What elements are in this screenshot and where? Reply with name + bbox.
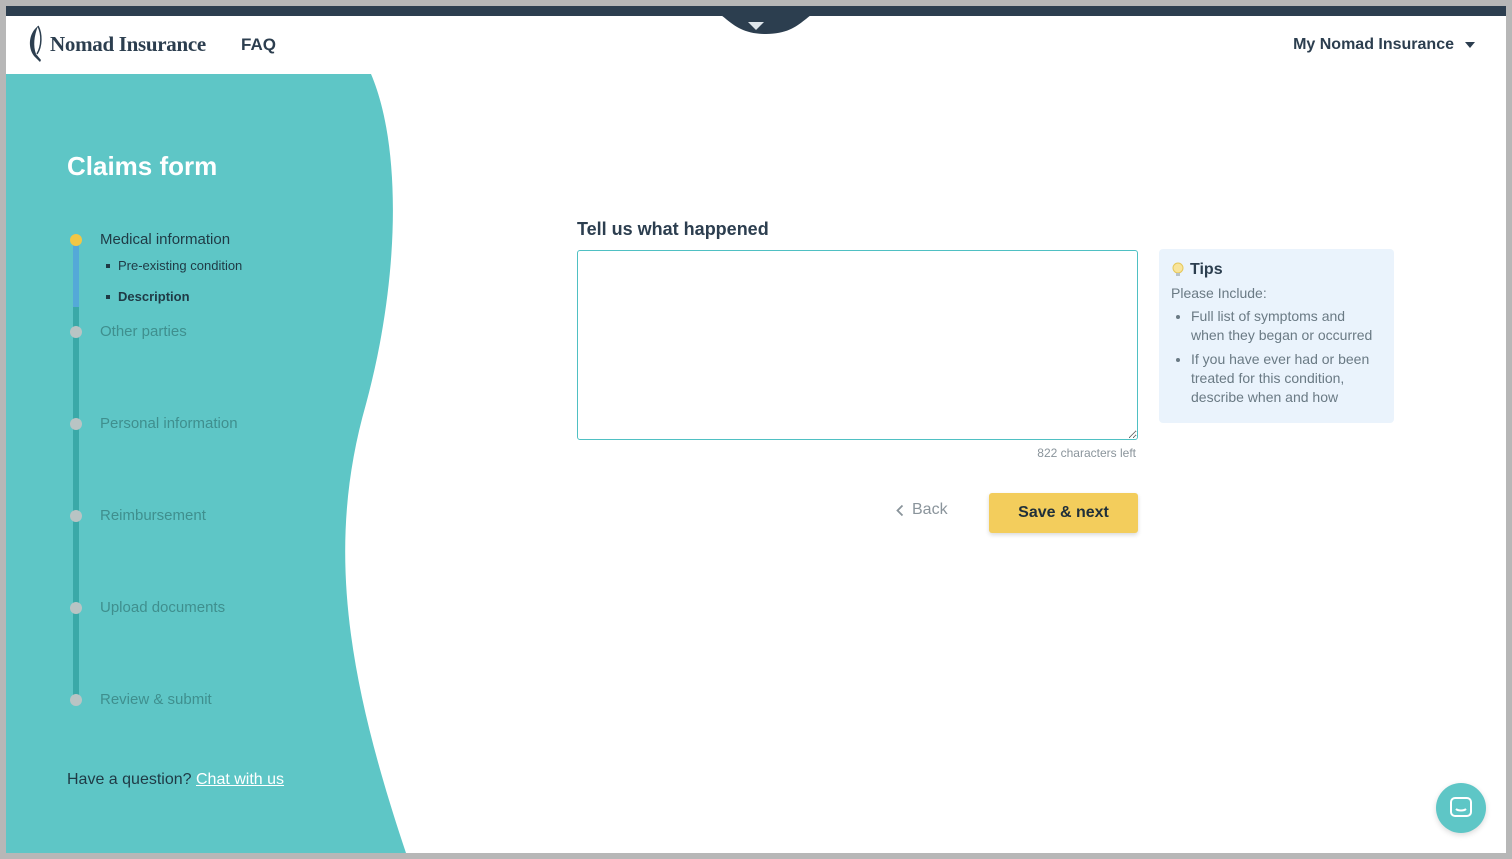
site-header: Nomad Insurance FAQ My Nomad Insurance bbox=[6, 16, 1506, 76]
bullet-square bbox=[106, 294, 110, 299]
tips-list-item: Full list of symptoms and when they bega… bbox=[1191, 307, 1382, 345]
step-personal-information[interactable]: Personal information bbox=[70, 415, 238, 432]
step-upload-documents[interactable]: Upload documents bbox=[70, 599, 225, 616]
step-label: Reimbursement bbox=[100, 507, 206, 524]
tips-heading: Tips bbox=[1171, 261, 1382, 279]
step-label: Upload documents bbox=[100, 599, 226, 616]
app-window: Nomad Insurance FAQ My Nomad Insurance C… bbox=[6, 6, 1506, 853]
chevron-left-icon bbox=[896, 504, 904, 516]
step-dot bbox=[70, 509, 82, 522]
description-textarea[interactable] bbox=[577, 250, 1138, 440]
back-button-label: Back bbox=[912, 501, 948, 518]
tips-title: Tips bbox=[1190, 261, 1223, 278]
chat-bubble-icon bbox=[1450, 797, 1472, 817]
step-dot bbox=[70, 233, 82, 246]
substep-label: Description bbox=[118, 289, 190, 304]
account-menu[interactable]: My Nomad Insurance bbox=[1293, 36, 1476, 54]
step-label: Review & submit bbox=[100, 691, 212, 708]
chat-launcher-button[interactable] bbox=[1436, 783, 1486, 833]
step-review-submit[interactable]: Review & submit bbox=[70, 691, 212, 708]
step-label: Other parties bbox=[100, 323, 187, 340]
step-label: Medical information bbox=[100, 231, 231, 248]
help-question: Have a question? Chat with us bbox=[67, 771, 284, 789]
substep-description[interactable]: Description bbox=[106, 289, 190, 304]
tips-intro: Please Include: bbox=[1171, 285, 1267, 301]
account-menu-label: My Nomad Insurance bbox=[1293, 36, 1454, 53]
tips-panel: Tips Please Include: Full list of sympto… bbox=[1159, 249, 1394, 423]
step-dot bbox=[70, 601, 82, 614]
logo-text: Nomad Insurance bbox=[50, 31, 206, 56]
progress-track bbox=[73, 243, 79, 698]
progress-track-active bbox=[73, 243, 79, 307]
step-dot bbox=[70, 693, 82, 706]
step-reimbursement[interactable]: Reimbursement bbox=[70, 507, 206, 524]
step-medical-information[interactable]: Medical information bbox=[70, 231, 230, 248]
feather-icon bbox=[29, 25, 42, 62]
nav-faq-link[interactable]: FAQ bbox=[241, 35, 276, 55]
step-dot bbox=[70, 325, 82, 338]
bullet-square bbox=[106, 263, 110, 268]
step-label: Personal information bbox=[100, 415, 238, 432]
tips-list-item: If you have ever had or been treated for… bbox=[1191, 350, 1382, 407]
description-label: Tell us what happened bbox=[577, 219, 769, 239]
step-dot bbox=[70, 417, 82, 430]
character-counter: 822 characters left bbox=[1037, 446, 1136, 460]
lightbulb-icon bbox=[1172, 262, 1184, 276]
substep-pre-existing-condition[interactable]: Pre-existing condition bbox=[106, 258, 242, 273]
substep-label: Pre-existing condition bbox=[118, 258, 243, 273]
sidebar-background bbox=[6, 74, 406, 853]
caret-down-icon bbox=[1465, 42, 1475, 48]
tips-list: Full list of symptoms and when they bega… bbox=[1171, 307, 1382, 407]
back-button[interactable]: Back bbox=[896, 501, 948, 519]
sidebar-title: Claims form bbox=[67, 151, 218, 181]
step-other-parties[interactable]: Other parties bbox=[70, 323, 187, 340]
save-next-button[interactable]: Save & next bbox=[989, 493, 1138, 533]
help-question-text: Have a question? bbox=[67, 771, 192, 788]
logo[interactable]: Nomad Insurance bbox=[24, 24, 206, 64]
chat-with-us-link[interactable]: Chat with us bbox=[196, 771, 284, 788]
